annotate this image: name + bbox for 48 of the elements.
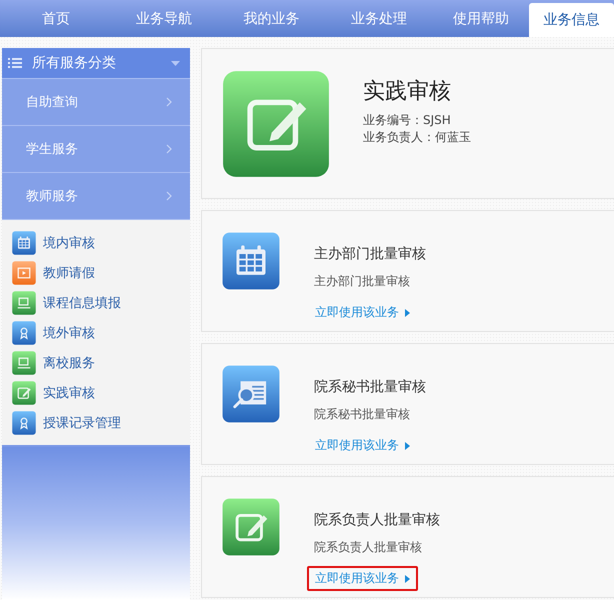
edit-icon — [222, 498, 280, 556]
award-icon — [12, 320, 36, 344]
doc-search-icon — [222, 365, 280, 423]
nav-tab[interactable]: 使用帮助 — [432, 0, 530, 37]
edit-icon — [12, 380, 36, 404]
service-owner: 业务负责人：何蓝玉 — [363, 129, 471, 146]
service-link[interactable]: 教师请假 — [12, 260, 190, 285]
service-link[interactable]: 授课记录管理 — [12, 410, 190, 435]
card-description: 院系负责人批量审核 — [314, 539, 423, 556]
chevron-icon — [166, 191, 172, 201]
chevron-icon — [166, 144, 172, 154]
edit-icon — [222, 70, 330, 178]
category-item[interactable]: 自助查询 — [2, 78, 190, 125]
category-item[interactable]: 教师服务 — [2, 172, 190, 219]
card-title: 院系秘书批量审核 — [314, 378, 426, 396]
use-service-link[interactable]: 立即使用该业务 — [307, 433, 418, 458]
triangle-icon — [405, 442, 410, 450]
triangle-icon — [405, 308, 410, 316]
caret-icon — [171, 60, 180, 66]
nav-tab[interactable]: 业务信息 — [529, 3, 614, 37]
service-code: 业务编号：SJSH — [363, 112, 452, 129]
laptop-icon — [12, 290, 36, 314]
calendar-icon — [222, 232, 280, 290]
use-service-link[interactable]: 立即使用该业务 — [307, 300, 418, 325]
card-description: 院系秘书批量审核 — [314, 406, 411, 423]
nav-tab[interactable]: 我的业务 — [218, 0, 326, 37]
service-link[interactable]: 实践审核 — [12, 380, 190, 405]
category-header[interactable]: 所有服务分类 — [2, 48, 190, 78]
service-link[interactable]: 境内审核 — [12, 230, 190, 255]
nav-tab[interactable]: 业务处理 — [325, 0, 433, 37]
card-title: 院系负责人批量审核 — [314, 511, 440, 529]
nav-tab[interactable]: 首页 — [2, 0, 110, 37]
service-link[interactable]: 课程信息填报 — [12, 290, 190, 315]
video-icon — [12, 260, 36, 284]
triangle-icon — [405, 574, 410, 582]
card-description: 主办部门批量审核 — [314, 273, 411, 290]
nav-tab[interactable]: 业务导航 — [110, 0, 218, 37]
use-service-link[interactable]: 立即使用该业务 — [307, 566, 418, 591]
service-link[interactable]: 境外审核 — [12, 320, 190, 345]
chevron-icon — [166, 97, 172, 107]
laptop-icon — [12, 350, 36, 374]
award-icon — [12, 410, 36, 434]
category-item[interactable]: 学生服务 — [2, 125, 190, 172]
calendar-icon — [12, 230, 36, 254]
service-title: 实践审核 — [363, 78, 452, 106]
card-title: 主办部门批量审核 — [314, 245, 426, 263]
service-link[interactable]: 离校服务 — [12, 350, 190, 375]
list-icon — [8, 58, 22, 68]
